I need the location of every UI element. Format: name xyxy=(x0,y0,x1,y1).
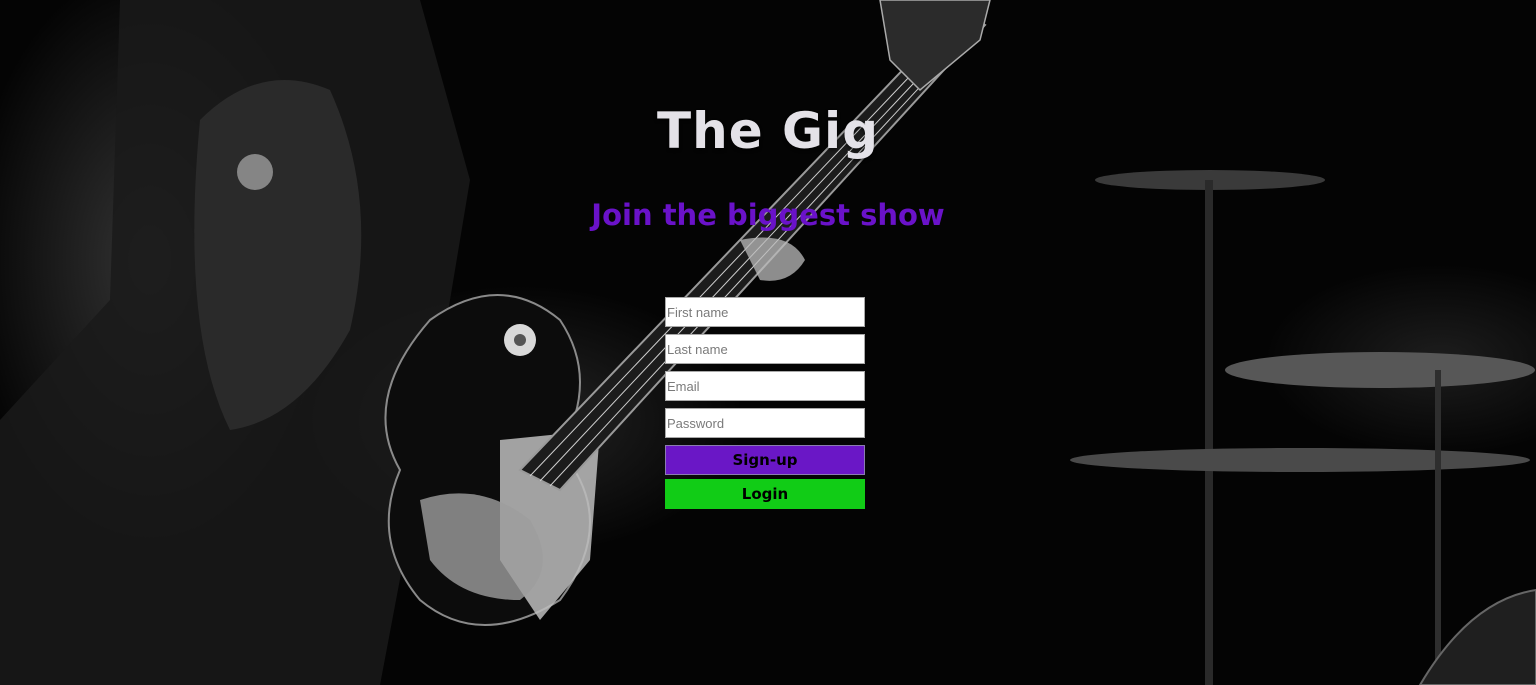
signup-button[interactable]: Sign-up xyxy=(665,445,865,475)
page-tagline: Join the biggest show xyxy=(591,198,945,232)
password-field[interactable] xyxy=(665,408,865,438)
login-button[interactable]: Login xyxy=(665,479,865,509)
first-name-field[interactable] xyxy=(665,297,865,327)
signup-form: Sign-up Login xyxy=(665,297,865,513)
last-name-field[interactable] xyxy=(665,334,865,364)
page-title: The Gig xyxy=(657,102,879,160)
page-background: The Gig Join the biggest show Sign-up Lo… xyxy=(0,0,1536,685)
email-field[interactable] xyxy=(665,371,865,401)
